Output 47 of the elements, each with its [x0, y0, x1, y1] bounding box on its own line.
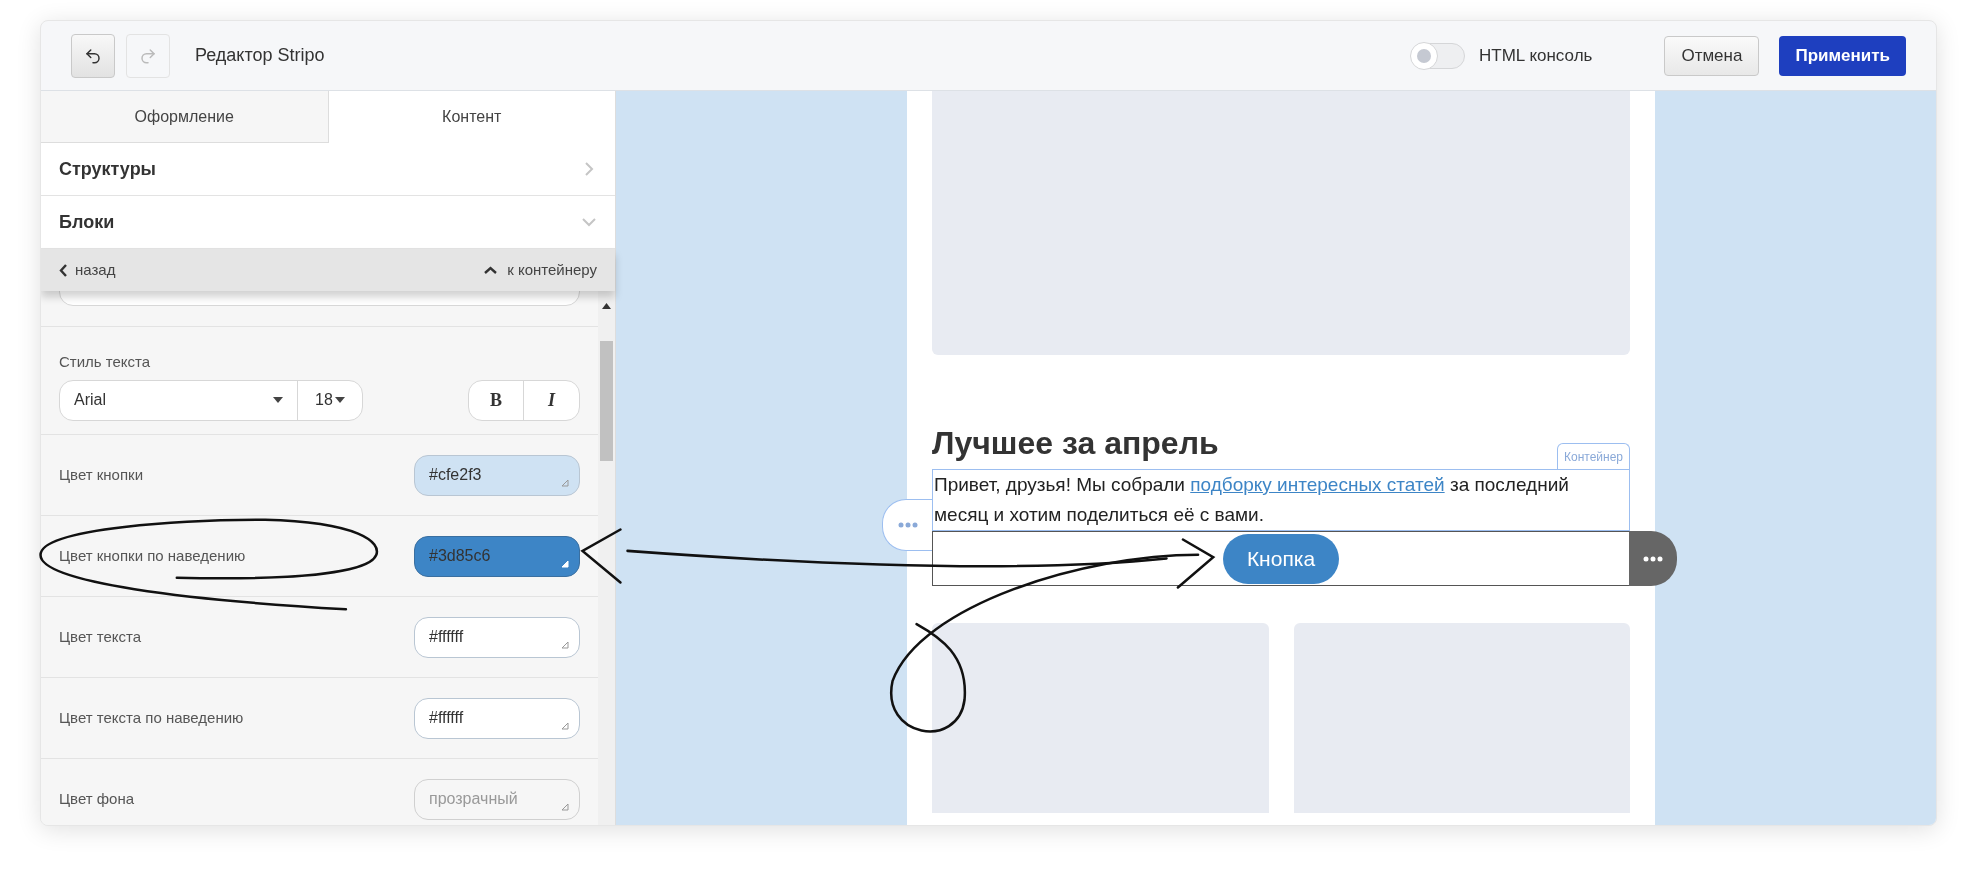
color-field[interactable]: #ffffff	[414, 616, 580, 658]
resize-icon	[561, 721, 569, 730]
editor-title: Редактор Stripo	[195, 44, 325, 67]
more-icon	[897, 522, 918, 528]
email-paragraph: Привет, друзья! Мы собрали подборку интересных статей за последний месяц и хотим поделиться её с вами.	[932, 469, 1630, 531]
color-field[interactable]: #cfe2f3	[414, 454, 580, 496]
color-label: Цвет текста по наведению	[59, 707, 244, 728]
text-style-label: Стиль текста	[59, 352, 151, 372]
container-link[interactable]: к контейнеру	[484, 258, 597, 282]
color-label: Цвет фона	[59, 788, 135, 809]
email-button[interactable]: Кнопка	[1222, 533, 1340, 584]
caret-icon	[334, 397, 345, 403]
color-label: Цвет текста	[59, 626, 142, 647]
chevron-up-icon	[484, 266, 498, 274]
resize-icon	[561, 559, 569, 568]
redo-icon	[139, 46, 157, 65]
scroll-up-icon	[602, 303, 611, 309]
color-field[interactable]: #ffffff	[414, 697, 580, 739]
chevron-left-icon	[59, 263, 67, 277]
article-link[interactable]: подборку интересных статей	[1190, 474, 1445, 495]
color-label: Цвет кнопки	[59, 464, 144, 485]
undo-button[interactable]	[71, 33, 115, 78]
section-header[interactable]: Блоки	[41, 196, 615, 249]
undo-icon	[84, 46, 102, 65]
hand-drawn-chevron	[580, 527, 623, 585]
size-select[interactable]: 18	[298, 380, 362, 420]
bold-button[interactable]: B	[469, 380, 524, 420]
apply-button[interactable]: Применить	[1779, 35, 1906, 76]
html-console-label: HTML консоль	[1479, 44, 1593, 67]
font-select[interactable]: Arial	[60, 380, 298, 420]
panel-tab[interactable]: Оформление	[41, 91, 329, 143]
italic-button[interactable]: I	[524, 380, 579, 420]
container-menu-button[interactable]	[882, 499, 932, 551]
block-menu-button[interactable]	[1629, 531, 1677, 586]
more-icon	[1643, 555, 1663, 562]
resize-icon	[561, 478, 569, 487]
color-label: Цвет кнопки по наведению	[59, 545, 246, 566]
resize-icon	[561, 640, 569, 649]
scrollbar-thumb[interactable]	[600, 341, 613, 461]
email-heading: Лучшее за апрель	[932, 424, 1219, 463]
caret-icon	[273, 397, 283, 403]
resize-icon	[561, 802, 569, 811]
back-link[interactable]: назад	[59, 258, 116, 282]
cancel-button[interactable]: Отмена	[1664, 35, 1760, 76]
panel-tab[interactable]: Контент	[328, 91, 615, 143]
section-header[interactable]: Структуры	[41, 143, 615, 196]
html-console-toggle[interactable]	[1411, 42, 1465, 69]
